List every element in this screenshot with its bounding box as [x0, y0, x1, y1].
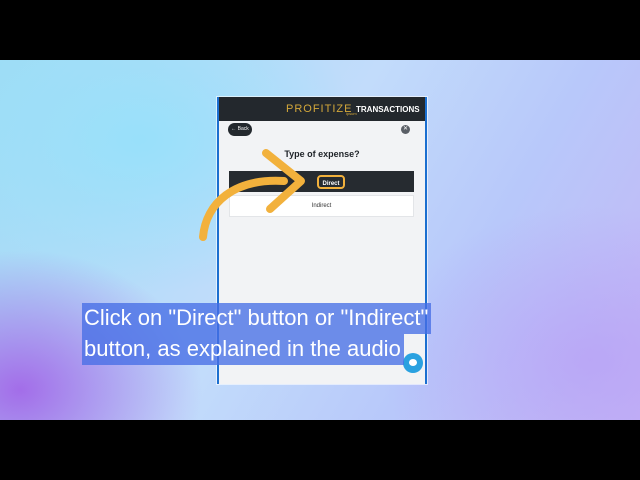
- curved-arrow-icon: [199, 149, 305, 241]
- caption-line-2: button, as explained in the audio: [82, 334, 404, 365]
- video-frame: PROFITIZE ipsum TRANSACTIONS ← Back ✕ Ty…: [0, 60, 640, 420]
- instruction-caption: Click on "Direct" button or "Indirect" b…: [82, 303, 432, 365]
- caption-line-1: Click on "Direct" button or "Indirect": [82, 303, 432, 334]
